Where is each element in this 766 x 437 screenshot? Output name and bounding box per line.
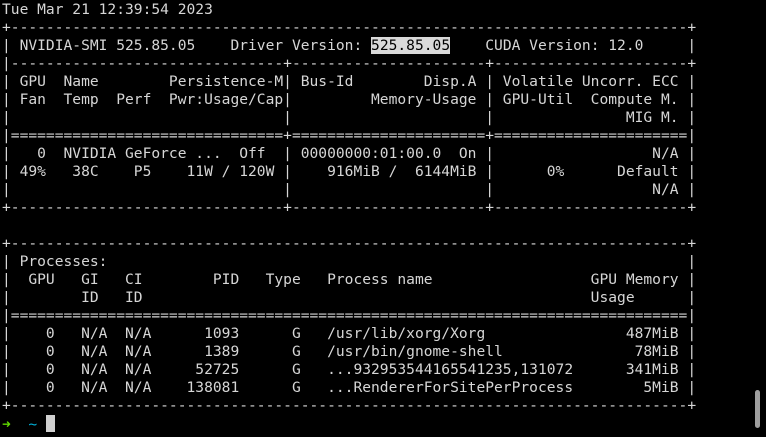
gpu-row-3: | | | N/A | — [2, 181, 697, 198]
header-border-top: +---------------------------------------… — [2, 19, 697, 36]
terminal-window[interactable]: Tue Mar 21 12:39:54 2023 +--------------… — [0, 0, 750, 437]
gpu-border-bottom: +-------------------------------+-------… — [2, 199, 697, 216]
timestamp: Tue Mar 21 12:39:54 2023 — [2, 1, 213, 18]
processes-border-top: +---------------------------------------… — [2, 235, 697, 252]
prompt-directory: ~ — [28, 416, 38, 433]
header-border-double: |===============================+=======… — [2, 127, 697, 144]
column-header-row-3: | | | MIG M. | — [2, 109, 697, 126]
text-cursor — [45, 415, 55, 432]
processes-border-double: |=======================================… — [2, 307, 697, 324]
column-header-row-1: | GPU Name Persistence-M| Bus-Id Disp.A … — [2, 73, 697, 90]
gpu-row-1: | 0 NVIDIA GeForce ... Off | 00000000:01… — [2, 145, 697, 162]
cuda-version-text: CUDA Version: 12.0 | — [450, 37, 697, 54]
process-row: | 0 N/A N/A 1093 G /usr/lib/xorg/Xorg 48… — [2, 325, 697, 342]
shell-prompt[interactable]: ➜ ~ — [2, 415, 55, 433]
header-version-row: | NVIDIA-SMI 525.85.05 Driver Version: 5… — [2, 37, 696, 55]
smi-version-text: | NVIDIA-SMI 525.85.05 Driver Version: — [2, 37, 372, 54]
process-row: | 0 N/A N/A 138081 G ...RendererForSiteP… — [2, 379, 697, 396]
processes-header-row-1: | GPU GI CI PID Type Process name GPU Me… — [2, 271, 697, 288]
header-border-mid: |-------------------------------+-------… — [2, 55, 697, 72]
process-row: | 0 N/A N/A 1389 G /usr/bin/gnome-shell … — [2, 343, 697, 360]
processes-title: | Processes: | — [2, 253, 697, 270]
scrollbar[interactable] — [750, 0, 766, 437]
gpu-row-2: | 49% 38C P5 11W / 120W | 916MiB / 6144M… — [2, 163, 697, 180]
prompt-arrow-icon: ➜ — [2, 416, 11, 433]
driver-version-selection[interactable]: 525.85.05 — [371, 37, 451, 54]
processes-border-bottom: +---------------------------------------… — [2, 397, 697, 414]
scrollbar-thumb[interactable] — [755, 390, 760, 428]
processes-header-row-2: | ID ID Usage | — [2, 289, 697, 306]
column-header-row-2: | Fan Temp Perf Pwr:Usage/Cap| Memory-Us… — [2, 91, 697, 108]
process-row: | 0 N/A N/A 52725 G ...93295354416554123… — [2, 361, 697, 378]
